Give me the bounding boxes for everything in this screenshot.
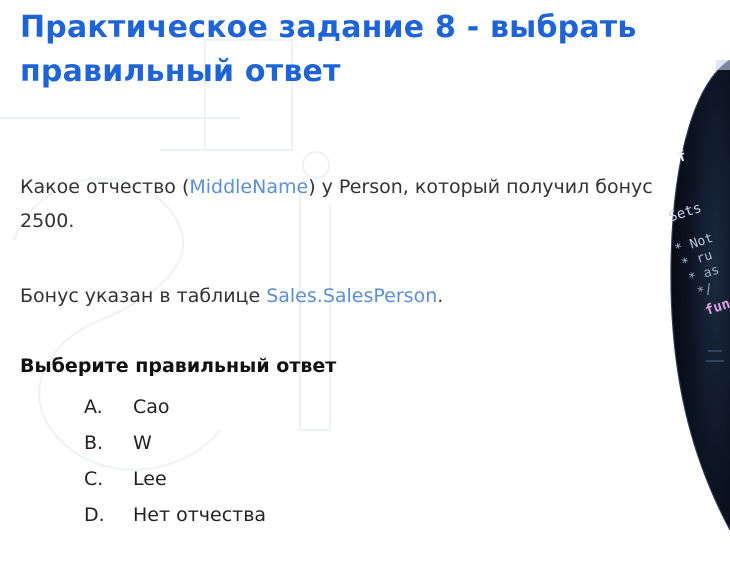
option-text: Cao [133, 396, 170, 418]
answer-option-d[interactable]: D. Нет отчества [84, 497, 266, 533]
option-letter: A. [84, 396, 103, 418]
table-name-highlight: Sales.SalesPerson [266, 285, 438, 307]
option-text: W [133, 432, 152, 454]
answer-option-a[interactable]: A. Cao [84, 389, 266, 425]
option-letter: C. [84, 468, 104, 490]
question-text-start: Какое отчество ( [20, 176, 190, 198]
slide-title: Практическое задание 8 - выбрать правиль… [20, 6, 730, 94]
option-letter: B. [84, 432, 104, 454]
middlename-highlight: MiddleName [189, 176, 309, 198]
answer-option-b[interactable]: B. W [84, 425, 266, 461]
slide-title-line-2: правильный ответ [20, 54, 341, 89]
hint-text-end: . [437, 285, 444, 307]
slide-title-line-1: Практическое задание 8 - выбрать [20, 10, 637, 45]
option-letter: D. [84, 504, 105, 526]
hint-text-start: Бонус указан в таблице [20, 285, 267, 307]
hint-text: Бонус указан в таблице Sales.SalesPerson… [20, 279, 680, 313]
option-text: Lee [133, 468, 167, 490]
answer-option-c[interactable]: C. Lee [84, 461, 266, 497]
option-text: Нет отчества [133, 504, 267, 526]
answer-options-list: A. Cao B. W C. Lee D. Нет отчества [84, 389, 266, 533]
answer-heading: Выберите правильный ответ [20, 355, 337, 377]
question-text: Какое отчество (MiddleName) у Person, ко… [20, 170, 680, 238]
